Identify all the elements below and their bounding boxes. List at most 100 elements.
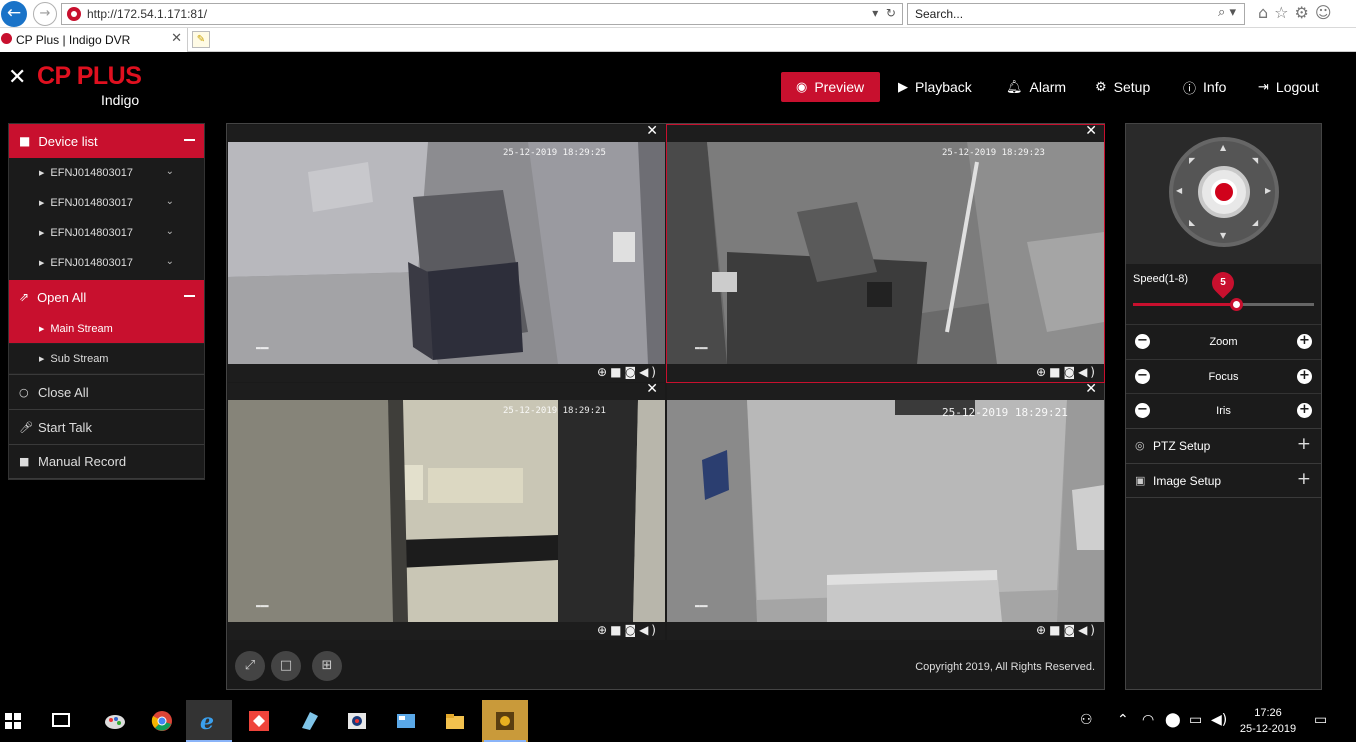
clock-date: 25-12-2019 [1239, 723, 1297, 735]
logo-product: Indigo [101, 92, 140, 108]
back-arrow-icon[interactable]: ← [1, 1, 27, 27]
ptz-center-button[interactable] [1198, 166, 1250, 218]
camera-cell-2[interactable]: ✕ 25-12-2019 18:29:23 ▬▬▬ ⊕■◙◀) [666, 123, 1105, 383]
new-tab-icon[interactable]: ✎ [192, 31, 210, 48]
search-icon[interactable]: ⌕ ▾ [1218, 5, 1236, 20]
search-input[interactable]: Search... [915, 7, 963, 21]
camera-tools-icons[interactable]: ⊕■◙◀) [597, 623, 659, 637]
single-view-icon[interactable]: □ [271, 651, 301, 681]
taskbar-app-cpplus[interactable] [482, 700, 528, 742]
sub-stream-item[interactable]: ▶ Sub Stream [9, 344, 204, 374]
collapse-minus-icon[interactable] [184, 295, 195, 297]
address-bar[interactable]: http://172.54.1.171:81/ ▾ ↻ [61, 3, 903, 25]
arrow-left-icon[interactable]: ◀ [1176, 186, 1182, 195]
arrow-right-icon[interactable]: ▶ [1265, 186, 1271, 195]
taskbar-app-explorer[interactable] [432, 700, 478, 742]
arrow-down-right-icon[interactable]: ◢ [1252, 218, 1258, 227]
video-camera-icon: ■ [19, 134, 31, 148]
camera-tools-icons[interactable]: ⊕■◙◀) [1036, 623, 1098, 637]
refresh-icon[interactable]: ▾ ↻ [872, 6, 896, 20]
device-item[interactable]: ▶ EFNJ014803017 ⌄ [9, 248, 204, 278]
address-url[interactable]: http://172.54.1.171:81/ [87, 7, 207, 21]
windows-start-icon[interactable] [5, 713, 21, 729]
taskbar-clock[interactable]: 17:26 25-12-2019 [1236, 705, 1300, 737]
speed-slider[interactable] [1133, 298, 1314, 311]
nav-logout[interactable]: ⇥ Logout [1258, 72, 1319, 102]
close-icon[interactable]: ✕ [646, 123, 658, 139]
search-box[interactable]: Search... ⌕ ▾ [907, 3, 1245, 25]
chevron-down-icon[interactable]: ⌄ [166, 196, 174, 207]
arrow-down-icon[interactable]: ▼ [1220, 231, 1226, 240]
forward-arrow-icon[interactable]: → [33, 2, 57, 26]
device-item[interactable]: ▶ EFNJ014803017 ⌄ [9, 188, 204, 218]
nav-alarm[interactable]: 🔔︎ Alarm [1006, 72, 1066, 102]
collapse-minus-icon[interactable] [184, 139, 195, 141]
taskbar-app-anydesk[interactable] [236, 700, 282, 742]
chevron-down-icon[interactable]: ⌄ [166, 256, 174, 267]
camera-tools-icons[interactable]: ⊕■◙◀) [597, 365, 659, 379]
taskbar-app-paint[interactable] [92, 700, 138, 742]
chevron-up-icon[interactable]: ⌃ [1117, 712, 1129, 728]
bell-icon: 🔔︎ [1006, 79, 1023, 95]
expand-plus-icon[interactable]: + [1297, 469, 1311, 489]
chevron-down-icon[interactable]: ⌄ [166, 166, 174, 177]
taskbar-app-ie[interactable]: e [186, 700, 232, 742]
quad-view-icon[interactable]: ⊞ [312, 651, 342, 681]
ptz-setup-section[interactable]: ◎ PTZ Setup + [1126, 428, 1321, 463]
camera-cell-4[interactable]: ✕ 25-12-2019 18:29:21 ▬▬▬ ⊕■◙◀) [667, 381, 1104, 640]
camera-title-bar: ✕ [667, 381, 1104, 400]
main-stream-item[interactable]: ▶ Main Stream [9, 314, 204, 344]
security-icon[interactable]: ⬤ [1165, 712, 1181, 728]
taskbar-app-settings[interactable] [383, 700, 429, 742]
manual-record-button[interactable]: ■ Manual Record [9, 444, 204, 479]
volume-icon[interactable]: ◀) [1211, 712, 1227, 728]
nav-preview[interactable]: ◉ Preview [781, 72, 880, 102]
taskbar-app-viewer[interactable] [334, 700, 380, 742]
camera-tools-icons[interactable]: ⊕■◙◀) [1036, 365, 1098, 379]
arrow-up-right-icon[interactable]: ◥ [1252, 156, 1258, 165]
browser-tools-icons[interactable]: ⌂☆⚙☺ [1258, 3, 1338, 22]
fullscreen-icon[interactable]: ⤢ [235, 651, 265, 681]
focus-plus-icon[interactable]: + [1297, 369, 1312, 384]
task-view-icon[interactable] [52, 713, 70, 727]
device-item[interactable]: ▶ EFNJ014803017 ⌄ [9, 218, 204, 248]
taskbar-app-chrome[interactable] [139, 700, 185, 742]
nav-info[interactable]: ⓘ Info [1183, 72, 1226, 102]
expand-plus-icon[interactable]: + [1297, 434, 1311, 454]
notification-icon[interactable]: ▭ [1314, 712, 1327, 728]
wifi-icon[interactable]: ◠ [1142, 712, 1154, 728]
camera-name-overlay: ▬▬▬ [695, 602, 708, 610]
close-all-button[interactable]: ○ Close All [9, 374, 204, 409]
zoom-in-icon[interactable]: + [1297, 334, 1312, 349]
ptz-direction-pad[interactable]: ▲ ▼ ◀ ▶ ◤ ◥ ◣ ◢ [1169, 137, 1279, 247]
arrow-up-icon[interactable]: ▲ [1220, 143, 1226, 152]
video-camera-icon: ■ [19, 455, 30, 468]
browser-tab[interactable]: CP Plus | Indigo DVR ✕ [0, 28, 188, 52]
chevron-down-icon[interactable]: ⌄ [166, 226, 174, 237]
tab-close-icon[interactable]: ✕ [171, 31, 182, 46]
taskbar-app-notes[interactable] [286, 700, 332, 742]
nav-playback[interactable]: ▶ Playback [898, 72, 972, 102]
play-circle-icon: ▶ [898, 79, 908, 95]
image-icon: ▣ [1135, 474, 1146, 487]
close-icon[interactable]: ✕ [1085, 123, 1097, 139]
camera-timestamp: 25-12-2019 18:29:21 [942, 406, 1068, 419]
open-all-header[interactable]: ⇗ Open All [9, 280, 204, 314]
close-icon[interactable]: ✕ [646, 381, 658, 397]
iris-plus-icon[interactable]: + [1297, 403, 1312, 418]
speed-label: Speed(1-8) [1133, 273, 1189, 285]
device-list-header[interactable]: ■ Device list [9, 124, 204, 158]
arrow-up-left-icon[interactable]: ◤ [1189, 156, 1195, 165]
speed-slider-handle[interactable] [1230, 298, 1243, 311]
nav-setup[interactable]: ⚙ Setup [1095, 72, 1150, 102]
start-talk-button[interactable]: 🎤︎ Start Talk [9, 409, 204, 444]
close-icon[interactable]: ✕ [1085, 381, 1097, 397]
camera-cell-3[interactable]: ✕ 25-12-2019 18:29:21 ▬▬▬ ⊕■◙◀) [228, 381, 665, 640]
device-item[interactable]: ▶ EFNJ014803017 ⌄ [9, 158, 204, 188]
people-icon[interactable]: ⚇ [1080, 712, 1093, 728]
arrow-down-left-icon[interactable]: ◣ [1189, 218, 1195, 227]
external-link-icon: ⇗ [19, 290, 30, 304]
network-icon[interactable]: ▭ [1189, 712, 1202, 728]
camera-cell-1[interactable]: ✕ 25-12-2019 18:29:25 ▬▬▬ ⊕■◙◀) [228, 123, 665, 382]
image-setup-section[interactable]: ▣ Image Setup + [1126, 463, 1321, 498]
